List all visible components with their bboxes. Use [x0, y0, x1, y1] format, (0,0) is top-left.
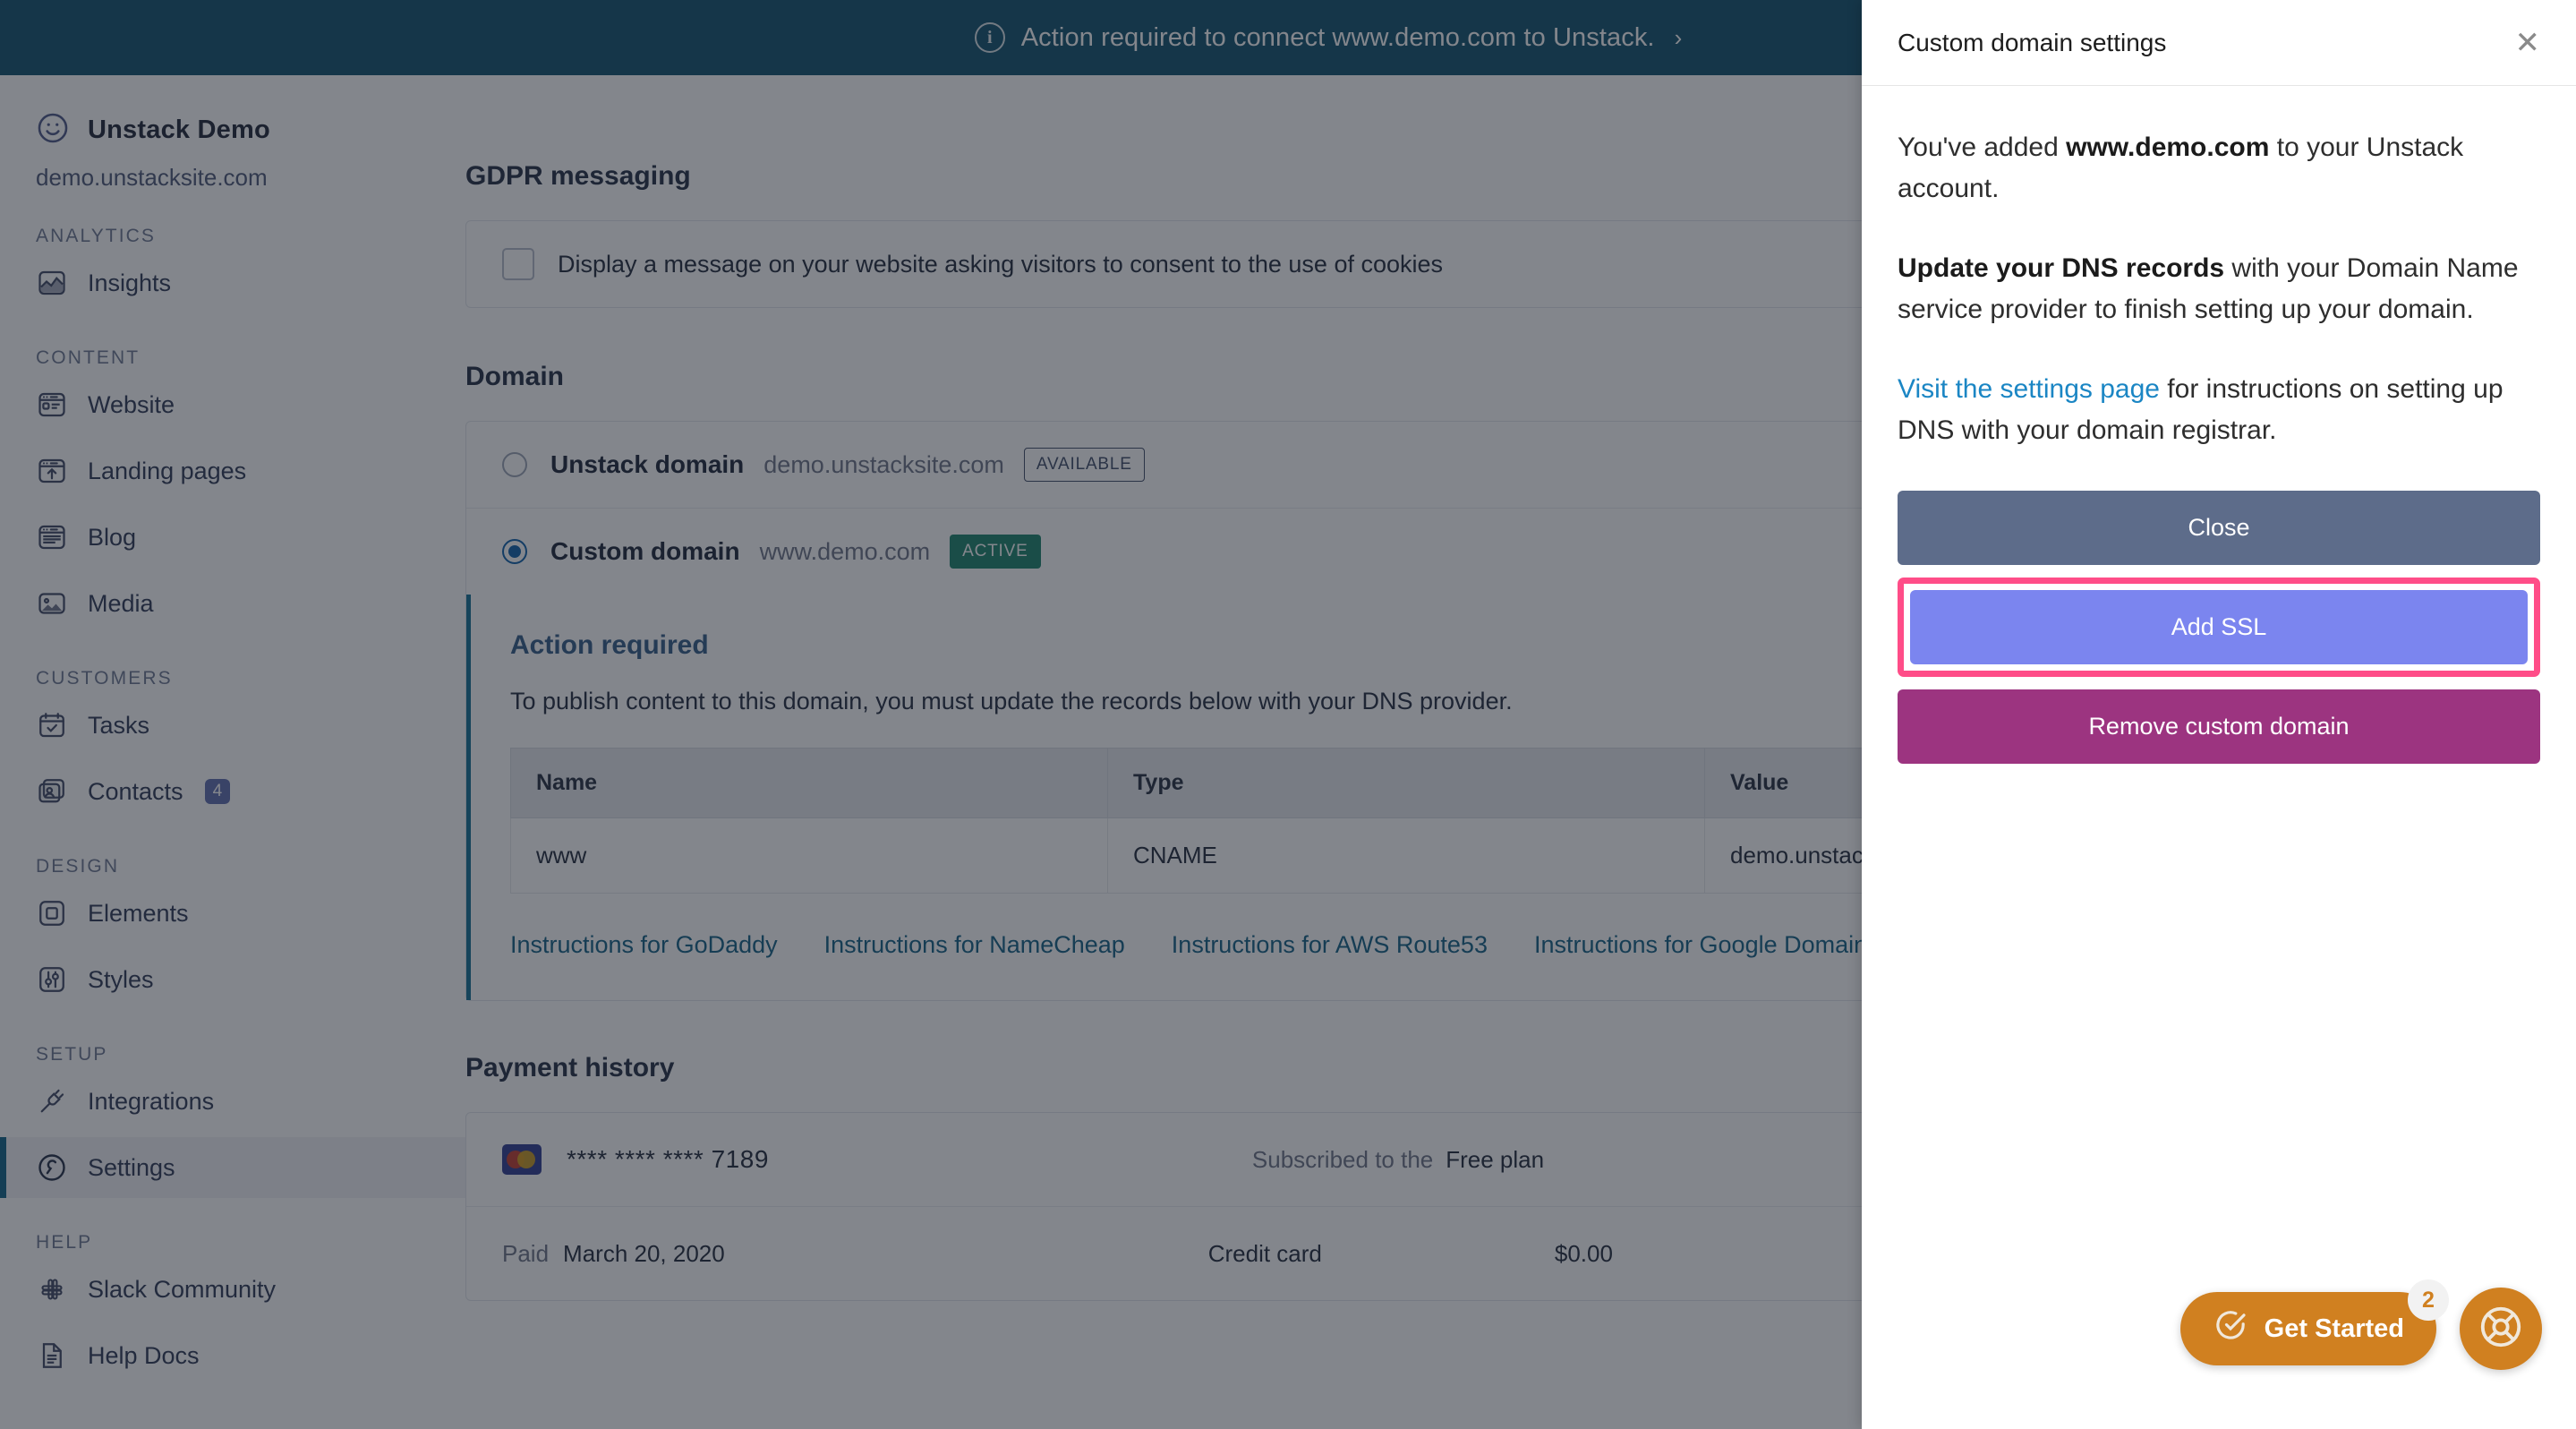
p2-bold: Update your DNS records	[1898, 253, 2225, 284]
p1-prefix: You've added	[1898, 133, 2067, 162]
p1-domain: www.demo.com	[2066, 133, 2270, 162]
screen-root: i Action required to connect www.demo.co…	[0, 0, 2576, 1429]
drawer-title: Custom domain settings	[1898, 28, 2167, 56]
add-ssl-button[interactable]: Add SSL	[1910, 589, 2528, 664]
close-button[interactable]: Close	[1898, 490, 2540, 565]
drawer-paragraph-2: Update your DNS records with your Domain…	[1898, 248, 2540, 329]
get-started-label: Get Started	[2264, 1313, 2404, 1343]
add-ssl-highlight: Add SSL	[1898, 577, 2540, 677]
get-started-button[interactable]: Get Started 2	[2179, 1279, 2449, 1365]
get-started-badge: 2	[2408, 1279, 2449, 1321]
custom-domain-settings-drawer: Custom domain settings ✕ You've added ww…	[1862, 0, 2576, 1429]
drawer-header: Custom domain settings ✕	[1862, 0, 2576, 86]
drawer-paragraph-1: You've added www.demo.com to your Unstac…	[1898, 127, 2540, 209]
support-button[interactable]	[2460, 1288, 2542, 1370]
close-x-icon[interactable]: ✕	[2515, 28, 2541, 58]
remove-custom-domain-button[interactable]: Remove custom domain	[1898, 689, 2540, 764]
drawer-paragraph-3: Visit the settings page for instructions…	[1898, 369, 2540, 450]
lifebuoy-icon	[2477, 1303, 2525, 1356]
floating-widgets: Get Started 2	[2179, 1279, 2542, 1370]
drawer-body: You've added www.demo.com to your Unstac…	[1862, 86, 2576, 1429]
settings-page-link[interactable]: Visit the settings page	[1898, 374, 2160, 404]
check-circle-icon	[2213, 1307, 2248, 1350]
